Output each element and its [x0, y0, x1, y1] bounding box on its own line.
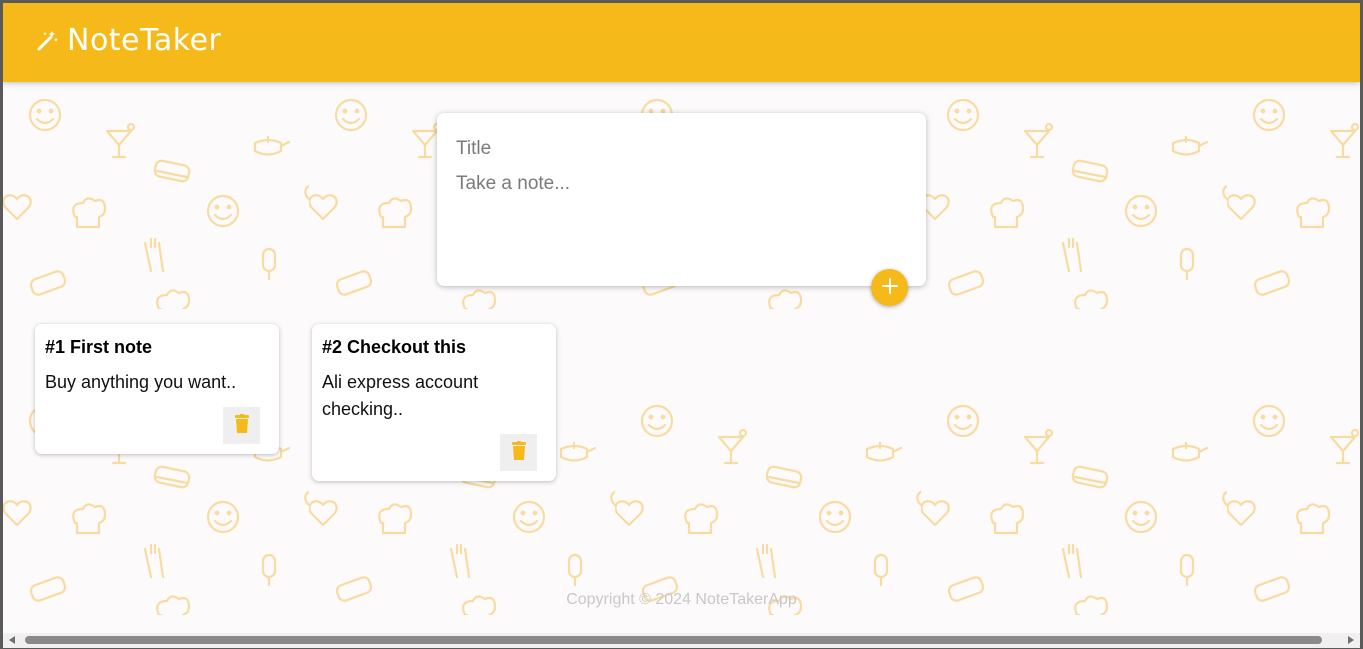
scroll-right-icon[interactable] — [1348, 636, 1354, 644]
note-title-input[interactable] — [456, 135, 896, 163]
note-title: #2 Checkout this — [322, 337, 467, 357]
note-title: #1 First note — [45, 337, 153, 357]
app-header: NoteTaker — [3, 3, 1360, 82]
copyright-footer: Copyright © 2024 NoteTakerApp — [566, 591, 797, 608]
magic-wand-icon — [35, 29, 59, 53]
scroll-left-icon[interactable] — [9, 636, 15, 644]
app-title: NoteTaker — [67, 23, 222, 58]
plus-icon — [881, 277, 899, 299]
app-window: NoteTaker #1 First note Buy anything you… — [0, 0, 1363, 649]
app-logo[interactable]: NoteTaker — [35, 23, 221, 58]
note-card: #2 Checkout this Ali express account che… — [312, 324, 556, 481]
note-body: Buy anything you want.. — [45, 372, 237, 392]
note-card: #1 First note Buy anything you want.. — [35, 324, 279, 454]
horizontal-scrollbar[interactable] — [3, 633, 1360, 648]
delete-note-button[interactable] — [223, 407, 260, 444]
note-body-input[interactable] — [456, 173, 896, 263]
note-composer — [437, 113, 926, 286]
trash-icon — [234, 414, 250, 437]
add-note-button[interactable] — [871, 269, 908, 306]
trash-icon — [511, 441, 527, 464]
delete-note-button[interactable] — [500, 434, 537, 471]
note-body: Ali express account checking.. — [322, 372, 479, 419]
scrollbar-thumb[interactable] — [25, 636, 1322, 644]
